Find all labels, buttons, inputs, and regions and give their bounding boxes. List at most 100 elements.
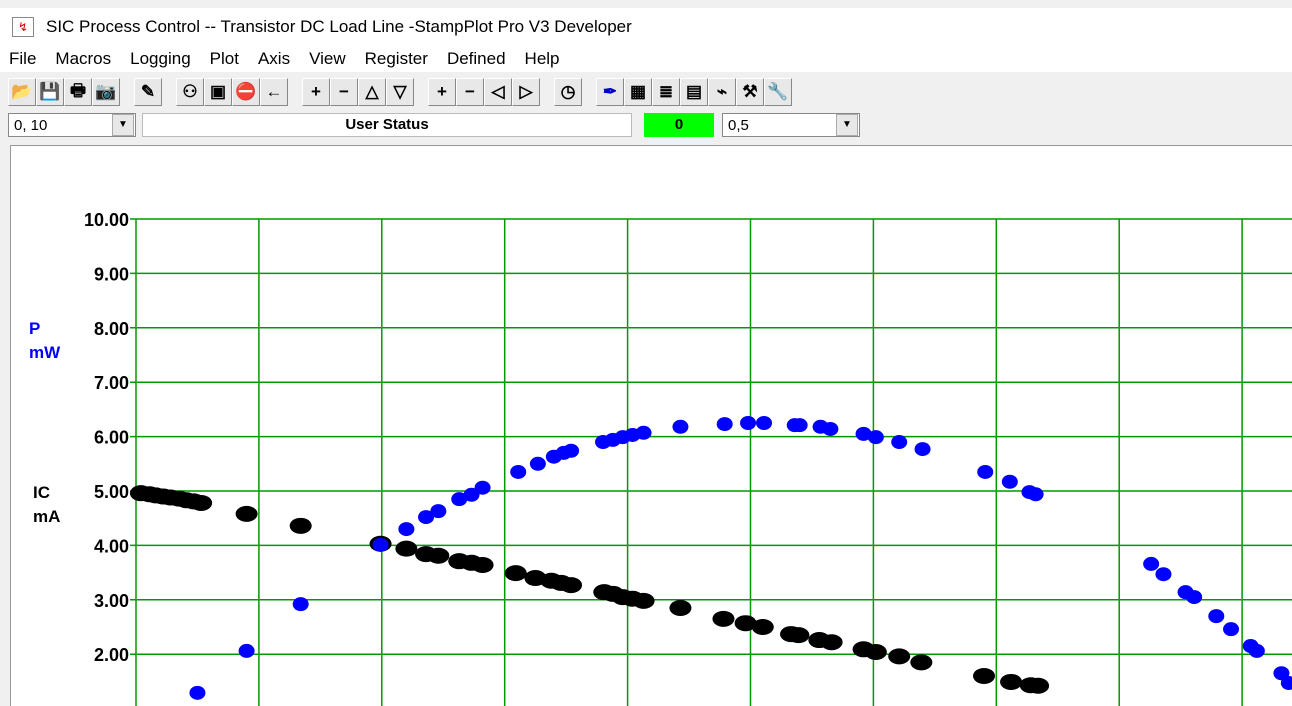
app-icon: ↯ xyxy=(12,17,34,37)
p-point xyxy=(398,522,415,537)
menu-view[interactable]: View xyxy=(300,49,356,69)
zoom-in-y-icon[interactable]: + xyxy=(302,78,330,106)
ic-point xyxy=(669,599,692,616)
menu-register[interactable]: Register xyxy=(356,49,438,69)
window-title: SIC Process Control -- Transistor DC Loa… xyxy=(46,17,632,36)
p-point xyxy=(1223,622,1240,637)
zoom-out-y-icon[interactable]: − xyxy=(330,78,358,106)
ic-point xyxy=(560,577,583,594)
calculator-icon[interactable]: ▤ xyxy=(680,78,708,106)
right-icon[interactable]: ▷ xyxy=(512,78,540,106)
p-point xyxy=(867,430,884,445)
menu-plot[interactable]: Plot xyxy=(201,49,249,69)
notes-icon[interactable]: ≣ xyxy=(652,78,680,106)
chevron-down-icon[interactable]: ▼ xyxy=(112,114,134,136)
p-point xyxy=(891,435,908,450)
span-select-value: 0, 10 xyxy=(14,116,48,134)
p-point xyxy=(372,537,389,552)
p-point xyxy=(238,643,255,658)
y-tick-label: 6.00 xyxy=(94,428,129,448)
axis-label-ic: IC xyxy=(33,483,50,502)
print-icon[interactable]: 🖶 xyxy=(64,78,92,106)
ic-point xyxy=(427,547,450,564)
axis-label-p: mW xyxy=(29,343,61,362)
ic-point xyxy=(235,505,258,522)
p-point xyxy=(1155,567,1172,582)
menu-axis[interactable]: Axis xyxy=(249,49,300,69)
p-point xyxy=(292,597,309,612)
menu-bar: File Macros Logging Plot Axis View Register Def… xyxy=(0,46,1292,72)
p-point xyxy=(740,416,757,430)
p-point xyxy=(1143,556,1160,571)
ic-point xyxy=(632,592,655,609)
p-point xyxy=(189,685,206,700)
max-select[interactable]: 0,5 ▼ xyxy=(722,113,860,137)
ic-point xyxy=(1000,673,1023,690)
wand-icon[interactable]: ✎ xyxy=(134,78,162,106)
counter-display: 0 xyxy=(644,113,714,137)
menu-logging[interactable]: Logging xyxy=(121,49,201,69)
ic-point xyxy=(864,644,887,661)
p-point xyxy=(430,504,447,519)
chart: 10.00 9.00 8.00 7.00 6.00 5.00 4.00 3.00 2.00 PmW… xyxy=(29,210,1292,706)
p-point xyxy=(1186,590,1203,605)
plot-area[interactable]: 10.00 9.00 8.00 7.00 6.00 5.00 4.00 3.00 2.00 PmW… xyxy=(10,145,1292,706)
user-status: User Status xyxy=(142,113,632,137)
connect-icon[interactable]: ⚇ xyxy=(176,78,204,106)
p-point xyxy=(1208,609,1225,624)
down-icon[interactable]: ▽ xyxy=(386,78,414,106)
p-point xyxy=(822,421,839,436)
ic-point xyxy=(190,494,213,511)
camera-icon[interactable]: 📷 xyxy=(92,78,120,106)
y-tick-label: 9.00 xyxy=(94,264,129,284)
max-select-value: 0,5 xyxy=(728,116,749,134)
p-point xyxy=(1248,643,1265,658)
y-tick-label: 3.00 xyxy=(94,591,129,611)
data-table-icon[interactable]: ▦ xyxy=(624,78,652,106)
left-icon[interactable]: ◁ xyxy=(484,78,512,106)
p-point xyxy=(716,417,733,432)
p-point xyxy=(1001,474,1018,489)
zoom-out-x-icon[interactable]: − xyxy=(456,78,484,106)
probe-icon[interactable]: ⌁ xyxy=(708,78,736,106)
menu-help[interactable]: Help xyxy=(516,49,570,69)
p-point xyxy=(635,425,652,440)
menu-defined[interactable]: Defined xyxy=(438,49,516,69)
up-icon[interactable]: △ xyxy=(358,78,386,106)
p-point xyxy=(791,418,808,433)
ic-point xyxy=(504,565,527,582)
zoom-in-x-icon[interactable]: + xyxy=(428,78,456,106)
toolbar: 📂 💾 🖶 📷 ✎ ⚇ ▣ ⛔ ← + − △ ▽ + − ◁ ▷ ◷ ✒ ▦ ≣ ▤ ⌁ ⚒ 🔧 xyxy=(8,78,792,108)
p-point xyxy=(563,443,580,458)
tools-icon[interactable]: ⚒ xyxy=(736,78,764,106)
p-point xyxy=(529,456,546,471)
control-row: 0, 10 ▼ User Status 0 0,5 ▼ xyxy=(8,112,860,138)
chevron-down-icon[interactable]: ▼ xyxy=(836,114,858,136)
p-point xyxy=(672,419,689,434)
ic-point xyxy=(712,610,735,627)
y-tick-label: 4.00 xyxy=(94,536,129,556)
clock-icon[interactable]: ◷ xyxy=(554,78,582,106)
plot-window-icon[interactable]: ▣ xyxy=(204,78,232,106)
y-tick-label: 10.00 xyxy=(84,210,129,230)
axis-label-p: P xyxy=(29,319,40,338)
span-select[interactable]: 0, 10 ▼ xyxy=(8,113,136,137)
p-point xyxy=(1027,487,1044,502)
ic-point xyxy=(973,667,996,684)
y-tick-label: 2.00 xyxy=(94,645,129,665)
save-icon[interactable]: 💾 xyxy=(36,78,64,106)
p-point xyxy=(474,480,491,495)
ic-point xyxy=(395,540,418,557)
ic-point xyxy=(888,648,911,665)
title-bar: ↯ SIC Process Control -- Transistor DC L… xyxy=(0,8,1292,46)
menu-macros[interactable]: Macros xyxy=(46,49,121,69)
pen-icon[interactable]: ✒ xyxy=(596,78,624,106)
wrench-icon[interactable]: 🔧 xyxy=(764,78,792,106)
ic-point xyxy=(910,654,933,671)
stop-icon[interactable]: ⛔ xyxy=(232,78,260,106)
open-folder-icon[interactable]: 📂 xyxy=(8,78,36,106)
menu-file[interactable]: File xyxy=(0,49,46,69)
back-arrow-icon[interactable]: ← xyxy=(260,78,288,106)
ic-point xyxy=(751,619,774,635)
p-point xyxy=(510,464,527,479)
